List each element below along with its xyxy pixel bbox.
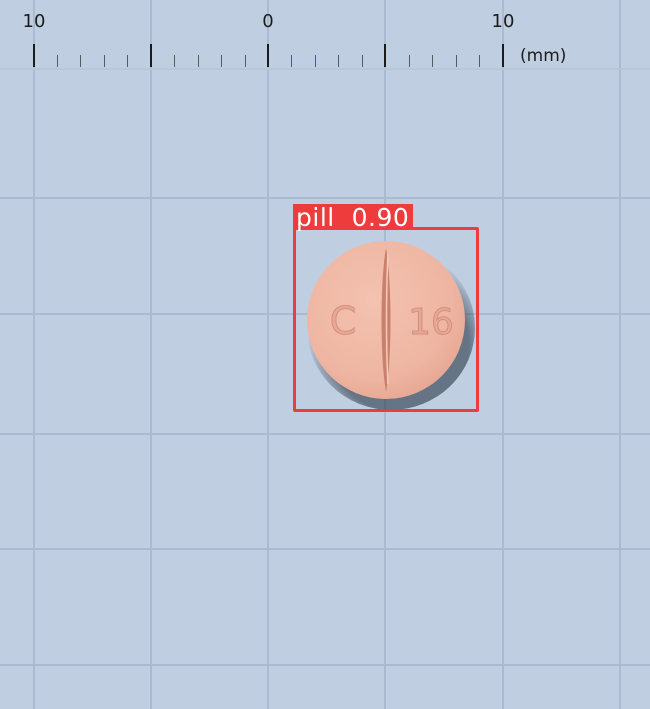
ruler-minor-tick [245,55,246,67]
ruler-minor-tick [174,55,175,67]
grid-line-vertical [150,0,152,709]
ruler-minor-tick [456,55,457,67]
grid-line-horizontal [0,433,650,435]
grid-line-horizontal [0,664,650,666]
grid-line-vertical [267,0,269,709]
ruler-minor-tick [432,55,433,67]
pill-photo-scene: 10 0 10 (mm) C 16 pill 0.90 [0,0,650,709]
ruler-minor-tick [362,55,363,67]
grid-line-vertical [619,0,621,709]
ruler-minor-tick [104,55,105,67]
grid-line-horizontal [0,197,650,199]
ruler-minor-tick [198,55,199,67]
detection-class-label: pill [296,203,335,232]
ruler-major-tick [33,44,35,67]
ruler-label-right: 10 [491,11,515,32]
ruler-minor-tick [57,55,58,67]
ruler-minor-tick [127,55,128,67]
ruler-major-tick [384,44,386,67]
ruler-minor-tick [315,55,316,67]
detection-bounding-box [293,227,479,412]
grid-line-vertical [502,0,504,709]
detection-label: pill 0.90 [293,203,414,232]
ruler-minor-tick [479,55,480,67]
ruler-minor-tick [291,55,292,67]
ruler-unit-label: (mm) [520,46,567,66]
ruler-major-tick [150,44,152,67]
ruler-baseline [0,68,650,70]
ruler-minor-tick [338,55,339,67]
ruler-major-tick [502,44,504,67]
detection-confidence: 0.90 [351,203,410,232]
grid-line-horizontal [0,548,650,550]
ruler-major-tick [267,44,269,67]
ruler-minor-tick [80,55,81,67]
ruler-label-left: 10 [22,11,46,32]
detection-label-gap [335,203,352,232]
ruler-label-zero: 0 [262,11,274,32]
ruler-minor-tick [221,55,222,67]
grid-line-vertical [33,0,35,709]
ruler-minor-tick [409,55,410,67]
